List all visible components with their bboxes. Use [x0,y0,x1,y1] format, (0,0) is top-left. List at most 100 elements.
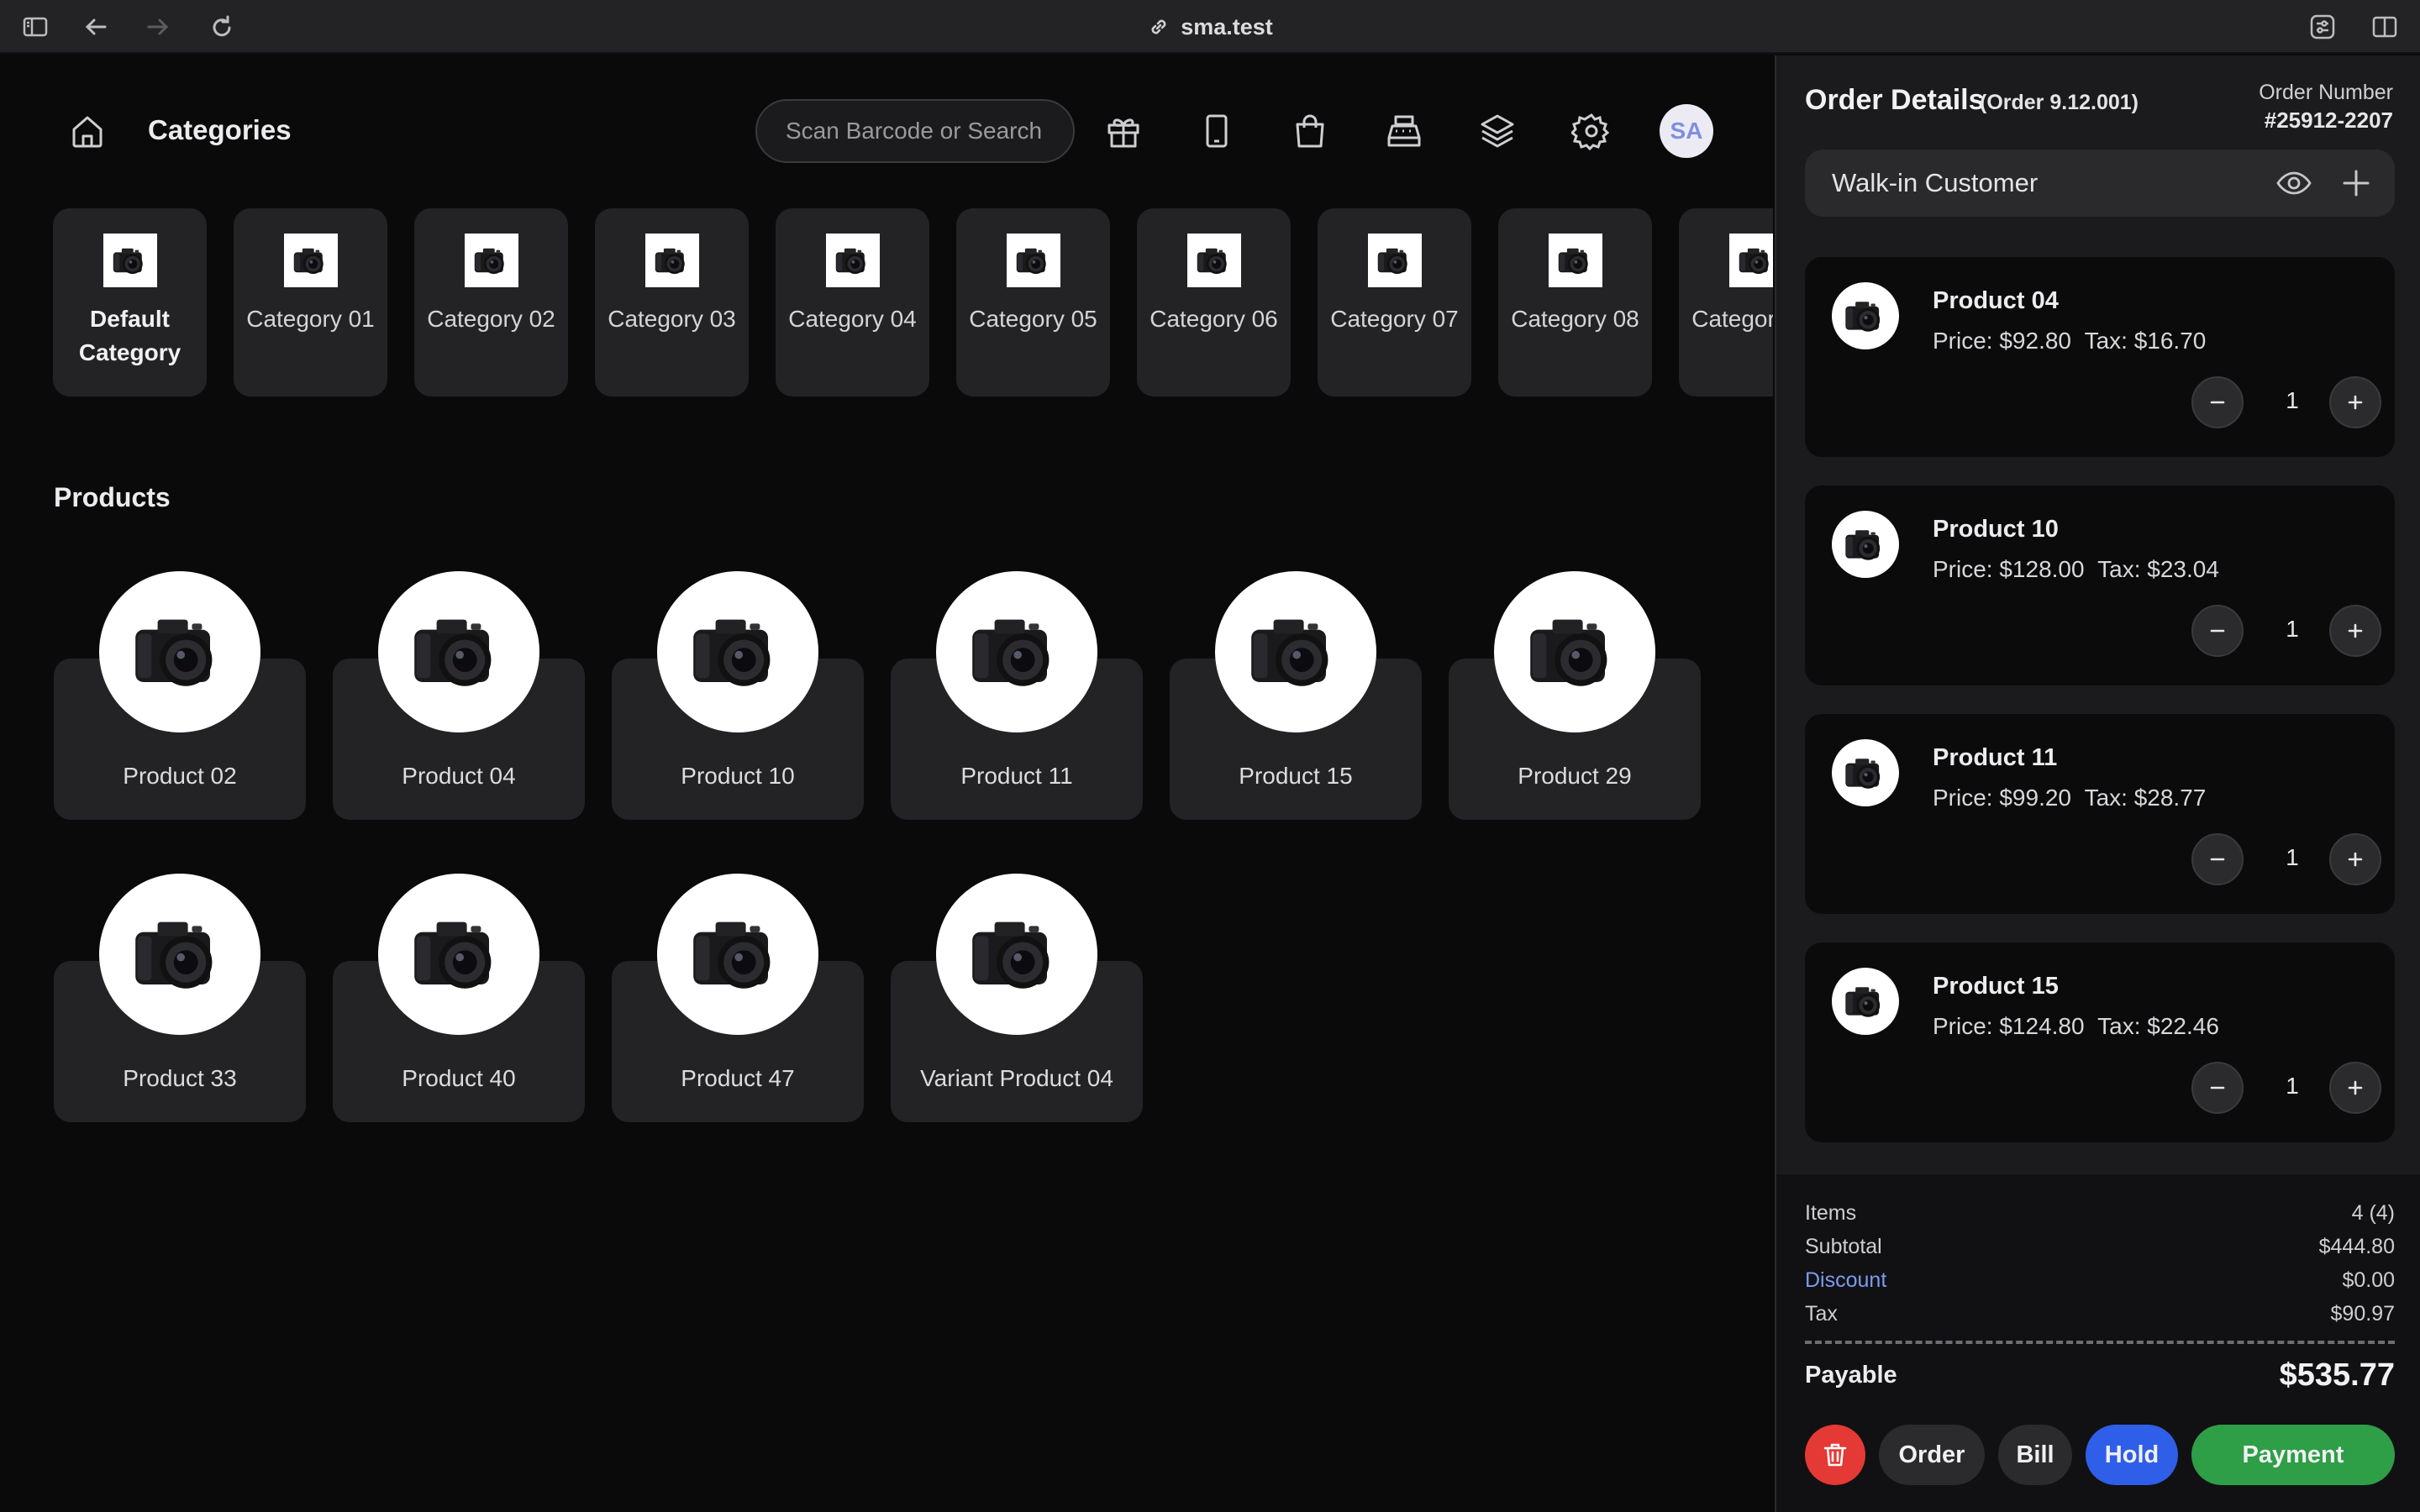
order-item-price-tax: Price: $99.20 Tax: $28.77 [1933,785,2206,811]
increase-qty-button[interactable] [2329,833,2381,885]
camera-icon [1737,245,1774,276]
hold-button[interactable]: Hold [2086,1425,2178,1485]
tablet-icon[interactable] [1197,111,1237,151]
category-tile[interactable]: Category 06 [1137,208,1291,396]
product-name: Product 15 [1239,763,1353,789]
tax-row: Tax $90.97 [1805,1302,2395,1326]
back-icon[interactable] [81,12,111,42]
camera-icon [1843,755,1888,791]
category-label: Category 01 [246,306,375,332]
order-item: Product 04 Price: $92.80 Tax: $16.70 1 [1805,257,2395,457]
category-strip: Default Category Category 01 Category 02… [53,208,1773,398]
payable-label: Payable [1805,1362,1897,1389]
address-bar[interactable]: sma.test [1118,0,1302,54]
top-bar: Categories SA [0,55,1773,207]
user-avatar[interactable]: SA [1660,104,1713,158]
add-customer-icon[interactable] [2338,165,2375,202]
category-tile[interactable]: Category 04 [776,208,929,396]
category-tile[interactable]: Category 03 [595,208,749,396]
layers-icon[interactable] [1477,111,1518,151]
plus-icon [2348,395,2363,410]
product-card[interactable]: Variant Product 04 [891,874,1143,1122]
product-image [99,571,260,732]
category-label: Default Category [78,306,182,365]
reload-icon[interactable] [207,12,237,42]
increase-qty-button[interactable] [2329,376,2381,428]
order-item-qty: 1 [2286,616,2299,642]
home-icon[interactable] [67,111,108,151]
browser-toolbar: sma.test [0,0,2420,54]
category-thumbnail [283,234,338,287]
category-tile[interactable]: Category 07 [1318,208,1471,396]
category-label: Category 03 [608,306,736,332]
extension-icon[interactable] [2307,12,2338,42]
increase-qty-button[interactable] [2329,605,2381,657]
category-tile[interactable]: Category 02 [414,208,568,396]
eye-icon[interactable] [2275,165,2312,202]
plus-icon [2348,852,2363,867]
decrease-qty-button[interactable] [2191,605,2244,657]
product-card[interactable]: Product 29 [1449,571,1701,820]
forward-icon[interactable] [143,12,173,42]
order-number-label: Order Number [2259,81,2393,104]
product-card[interactable]: Product 11 [891,571,1143,820]
camera-icon [687,914,788,995]
product-card[interactable]: Product 04 [333,571,585,820]
order-item-price: Price: $99.20 [1933,785,2071,811]
cash-register-icon[interactable] [1384,111,1424,151]
camera-icon [292,245,330,276]
order-item-name: Product 15 [1933,973,2059,1000]
category-tile[interactable]: Default Category [53,208,207,396]
order-item-price: Price: $124.80 [1933,1013,2085,1039]
product-card[interactable]: Product 47 [612,874,864,1122]
page-title: Categories [148,114,292,145]
customer-name: Walk-in Customer [1832,168,2039,197]
decrease-qty-button[interactable] [2191,833,2244,885]
discount-row: Discount $0.00 [1805,1268,2395,1293]
category-label: Category 05 [969,306,1097,332]
product-card[interactable]: Product 10 [612,571,864,820]
camera-icon [653,245,692,276]
increase-qty-button[interactable] [2329,1062,2381,1114]
bill-button[interactable]: Bill [1998,1425,2072,1485]
camera-icon [408,914,509,995]
product-card[interactable]: Product 15 [1170,571,1422,820]
discount-link[interactable]: Discount [1805,1268,1886,1293]
product-image [378,571,539,732]
minus-icon [2210,401,2225,404]
settings-gear-icon[interactable] [1571,111,1612,151]
category-tile[interactable]: Category 01 [234,208,387,396]
payment-button[interactable]: Payment [2191,1425,2395,1485]
search-input[interactable] [755,99,1075,163]
category-tile[interactable]: Category 05 [956,208,1110,396]
category-tile[interactable]: Category 09 [1679,208,1773,396]
product-card[interactable]: Product 40 [333,874,585,1122]
product-image [657,571,818,732]
product-name: Product 33 [123,1065,237,1091]
product-name: Product 29 [1518,763,1632,789]
product-name: Product 40 [402,1065,516,1091]
sidebar-toggle-icon[interactable] [20,12,50,42]
shopping-bag-icon[interactable] [1290,111,1330,151]
decrease-qty-button[interactable] [2191,1062,2244,1114]
split-view-icon[interactable] [2370,12,2400,42]
minus-icon [2210,858,2225,861]
category-label: Category 04 [788,306,917,332]
camera-icon [129,914,230,995]
gift-icon[interactable] [1103,111,1144,151]
order-item-price-tax: Price: $92.80 Tax: $16.70 [1933,328,2206,354]
decrease-qty-button[interactable] [2191,376,2244,428]
order-button[interactable]: Order [1879,1425,1985,1485]
order-item-name: Product 04 [1933,287,2059,314]
camera-icon [1843,298,1888,334]
camera-icon [1014,245,1053,276]
camera-icon [1245,612,1346,692]
delete-order-button[interactable] [1805,1425,1865,1485]
customer-selector[interactable]: Walk-in Customer [1805,150,2395,217]
camera-icon [408,612,509,692]
product-card[interactable]: Product 33 [54,874,306,1122]
tax-value: $90.97 [2330,1302,2395,1326]
category-tile[interactable]: Category 08 [1498,208,1652,396]
order-item-tax: Tax: $22.46 [2097,1013,2219,1039]
product-card[interactable]: Product 02 [54,571,306,820]
